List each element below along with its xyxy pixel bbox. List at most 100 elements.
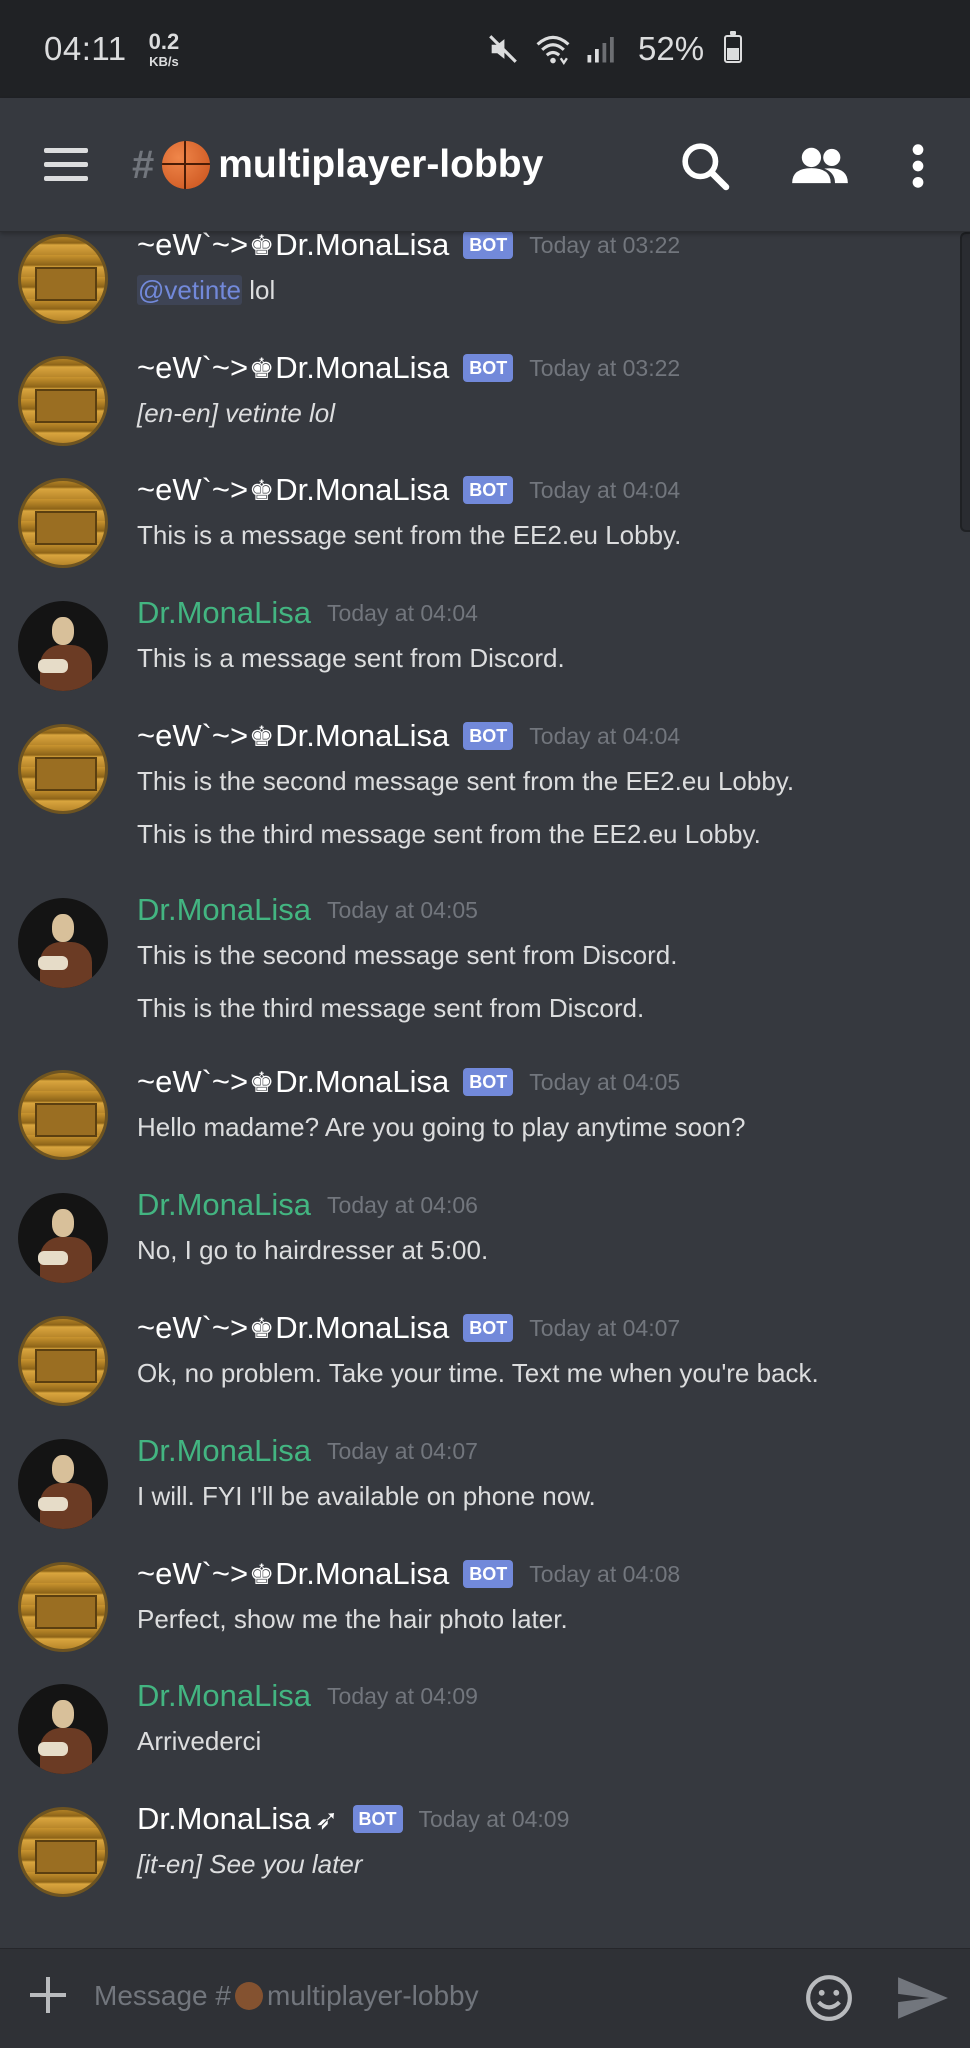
crown-icon: ♚ xyxy=(249,353,275,384)
author-name[interactable]: Dr.MonaLisa xyxy=(137,1433,311,1469)
message-header: Dr.MonaLisa Today at 04:06 xyxy=(137,1185,950,1225)
avatar[interactable] xyxy=(18,601,108,691)
message-text: This is the third message sent from the … xyxy=(137,819,761,849)
message-text: This is the second message sent from Dis… xyxy=(137,940,678,970)
message-header: Dr.MonaLisa Today at 04:05 xyxy=(137,890,950,930)
author-name[interactable]: Dr.MonaLisa xyxy=(137,1678,311,1714)
author-name[interactable]: ~eW`~>♚Dr.MonaLisa xyxy=(137,232,449,263)
crown-icon: ♚ xyxy=(249,721,275,752)
send-icon[interactable] xyxy=(896,1975,950,2021)
avatar[interactable] xyxy=(18,478,108,568)
channel-header: # multiplayer-lobby xyxy=(0,98,970,232)
search-icon[interactable] xyxy=(677,138,733,194)
avatar[interactable] xyxy=(18,1316,108,1406)
author-name[interactable]: ~eW`~>♚Dr.MonaLisa xyxy=(137,350,449,386)
avatar[interactable] xyxy=(18,1439,108,1529)
timestamp: Today at 04:04 xyxy=(327,599,478,626)
channel-hash: # xyxy=(132,142,155,187)
message-text: This is a message sent from Discord. xyxy=(137,643,565,673)
timestamp: Today at 04:08 xyxy=(529,1560,681,1587)
message-header: ~eW`~>♚Dr.MonaLisa BOT Today at 04:08 xyxy=(137,1554,950,1594)
message-text: This is the second message sent from the… xyxy=(137,766,795,796)
message-header: ~eW`~>♚Dr.MonaLisa BOT Today at 04:07 xyxy=(137,1308,950,1348)
message-text: No, I go to hairdresser at 5:00. xyxy=(137,1235,489,1265)
channel-name: multiplayer-lobby xyxy=(218,143,544,186)
emoji-icon[interactable] xyxy=(804,1973,854,2023)
avatar[interactable] xyxy=(18,724,108,814)
author-name[interactable]: Dr.MonaLisa ➶ xyxy=(137,1801,339,1837)
timestamp: Today at 04:09 xyxy=(327,1682,478,1709)
message-header: Dr.MonaLisa Today at 04:04 xyxy=(137,593,950,633)
status-time: 04:11 xyxy=(44,30,127,67)
avatar[interactable] xyxy=(18,1193,108,1283)
avatar[interactable] xyxy=(18,1070,108,1160)
message-text: Perfect, show me the hair photo later. xyxy=(137,1604,568,1634)
mute-icon xyxy=(489,35,517,63)
network-speed-value: 0.2 xyxy=(148,28,180,54)
author-name[interactable]: ~eW`~>♚Dr.MonaLisa xyxy=(137,1556,449,1592)
input-placeholder-prefix: Message # xyxy=(94,1980,231,2011)
crown-icon: ♚ xyxy=(249,232,275,261)
basketball-icon xyxy=(234,1982,263,2010)
avatar[interactable] xyxy=(18,898,108,988)
members-icon[interactable] xyxy=(790,138,850,194)
author-name[interactable]: ~eW`~>♚Dr.MonaLisa xyxy=(137,718,449,754)
crown-icon: ♚ xyxy=(249,1559,275,1590)
more-icon[interactable] xyxy=(890,138,946,194)
timestamp: Today at 04:04 xyxy=(529,722,681,749)
author-name[interactable]: Dr.MonaLisa xyxy=(137,595,311,631)
timestamp: Today at 04:06 xyxy=(327,1191,478,1218)
status-bar: 04:11 0.2 KB/s 52% xyxy=(0,0,970,98)
bot-tag: BOT xyxy=(463,1314,514,1342)
network-speed-unit: KB/s xyxy=(149,53,179,69)
timestamp: Today at 04:07 xyxy=(327,1437,478,1464)
status-icons: 52% xyxy=(486,0,743,98)
avatar[interactable] xyxy=(18,234,108,324)
bot-tag: BOT xyxy=(463,354,514,382)
crown-icon: ♚ xyxy=(249,1313,275,1344)
arrow-icon: ➶ xyxy=(315,1804,339,1835)
timestamp: Today at 04:05 xyxy=(327,896,478,923)
menu-icon[interactable] xyxy=(44,148,88,182)
message-header: ~eW`~>♚Dr.MonaLisa BOT Today at 04:04 xyxy=(137,470,950,510)
author-name[interactable]: ~eW`~>♚Dr.MonaLisa xyxy=(137,1064,449,1100)
network-speed: 0.2 KB/s xyxy=(148,28,180,69)
author-name[interactable]: Dr.MonaLisa xyxy=(137,892,311,928)
bot-tag: BOT xyxy=(463,1068,514,1096)
bot-tag: BOT xyxy=(463,722,514,750)
timestamp: Today at 04:09 xyxy=(418,1805,570,1832)
message-header: Dr.MonaLisa Today at 04:09 xyxy=(137,1676,950,1716)
message-input[interactable]: Message # multiplayer-lobby xyxy=(94,1971,794,2021)
message-header: ~eW`~>♚Dr.MonaLisa BOT Today at 03:22 xyxy=(137,232,950,265)
wifi-icon xyxy=(536,35,570,65)
bot-tag: BOT xyxy=(463,476,514,504)
add-attachment-icon[interactable] xyxy=(28,1975,68,2015)
avatar[interactable] xyxy=(18,1562,108,1652)
message-text: [it-en] See you later xyxy=(137,1849,363,1879)
scrollbar[interactable] xyxy=(960,232,970,532)
avatar[interactable] xyxy=(18,356,108,446)
basketball-icon xyxy=(162,141,211,189)
message-text: I will. FYI I'll be available on phone n… xyxy=(137,1481,596,1511)
timestamp: Today at 03:22 xyxy=(529,354,681,381)
author-name[interactable]: ~eW`~>♚Dr.MonaLisa xyxy=(137,1310,449,1346)
author-name[interactable]: Dr.MonaLisa xyxy=(137,1187,311,1223)
user-mention[interactable]: @vetinte xyxy=(137,275,242,305)
author-name[interactable]: ~eW`~>♚Dr.MonaLisa xyxy=(137,472,449,508)
message-header: Dr.MonaLisa ➶ BOT Today at 04:09 xyxy=(137,1799,950,1839)
message-text: @vetinte lol xyxy=(137,275,276,305)
input-placeholder-channel: multiplayer-lobby xyxy=(266,1980,479,2011)
timestamp: Today at 04:05 xyxy=(529,1068,681,1095)
avatar[interactable] xyxy=(18,1684,108,1774)
message-text: Hello madame? Are you going to play anyt… xyxy=(137,1112,746,1142)
bot-tag: BOT xyxy=(352,1805,403,1833)
signal-icon xyxy=(587,37,614,63)
crown-icon: ♚ xyxy=(249,1067,275,1098)
avatar[interactable] xyxy=(18,1807,108,1897)
battery-icon xyxy=(724,31,743,63)
message-text: Ok, no problem. Take your time. Text me … xyxy=(137,1358,819,1388)
bot-tag: BOT xyxy=(463,232,514,259)
message-text: Arrivederci xyxy=(137,1726,262,1756)
message-list[interactable]: ~eW`~>♚Dr.MonaLisa BOT Today at 03:22 @v… xyxy=(0,232,970,1948)
message-header: ~eW`~>♚Dr.MonaLisa BOT Today at 04:05 xyxy=(137,1062,950,1102)
